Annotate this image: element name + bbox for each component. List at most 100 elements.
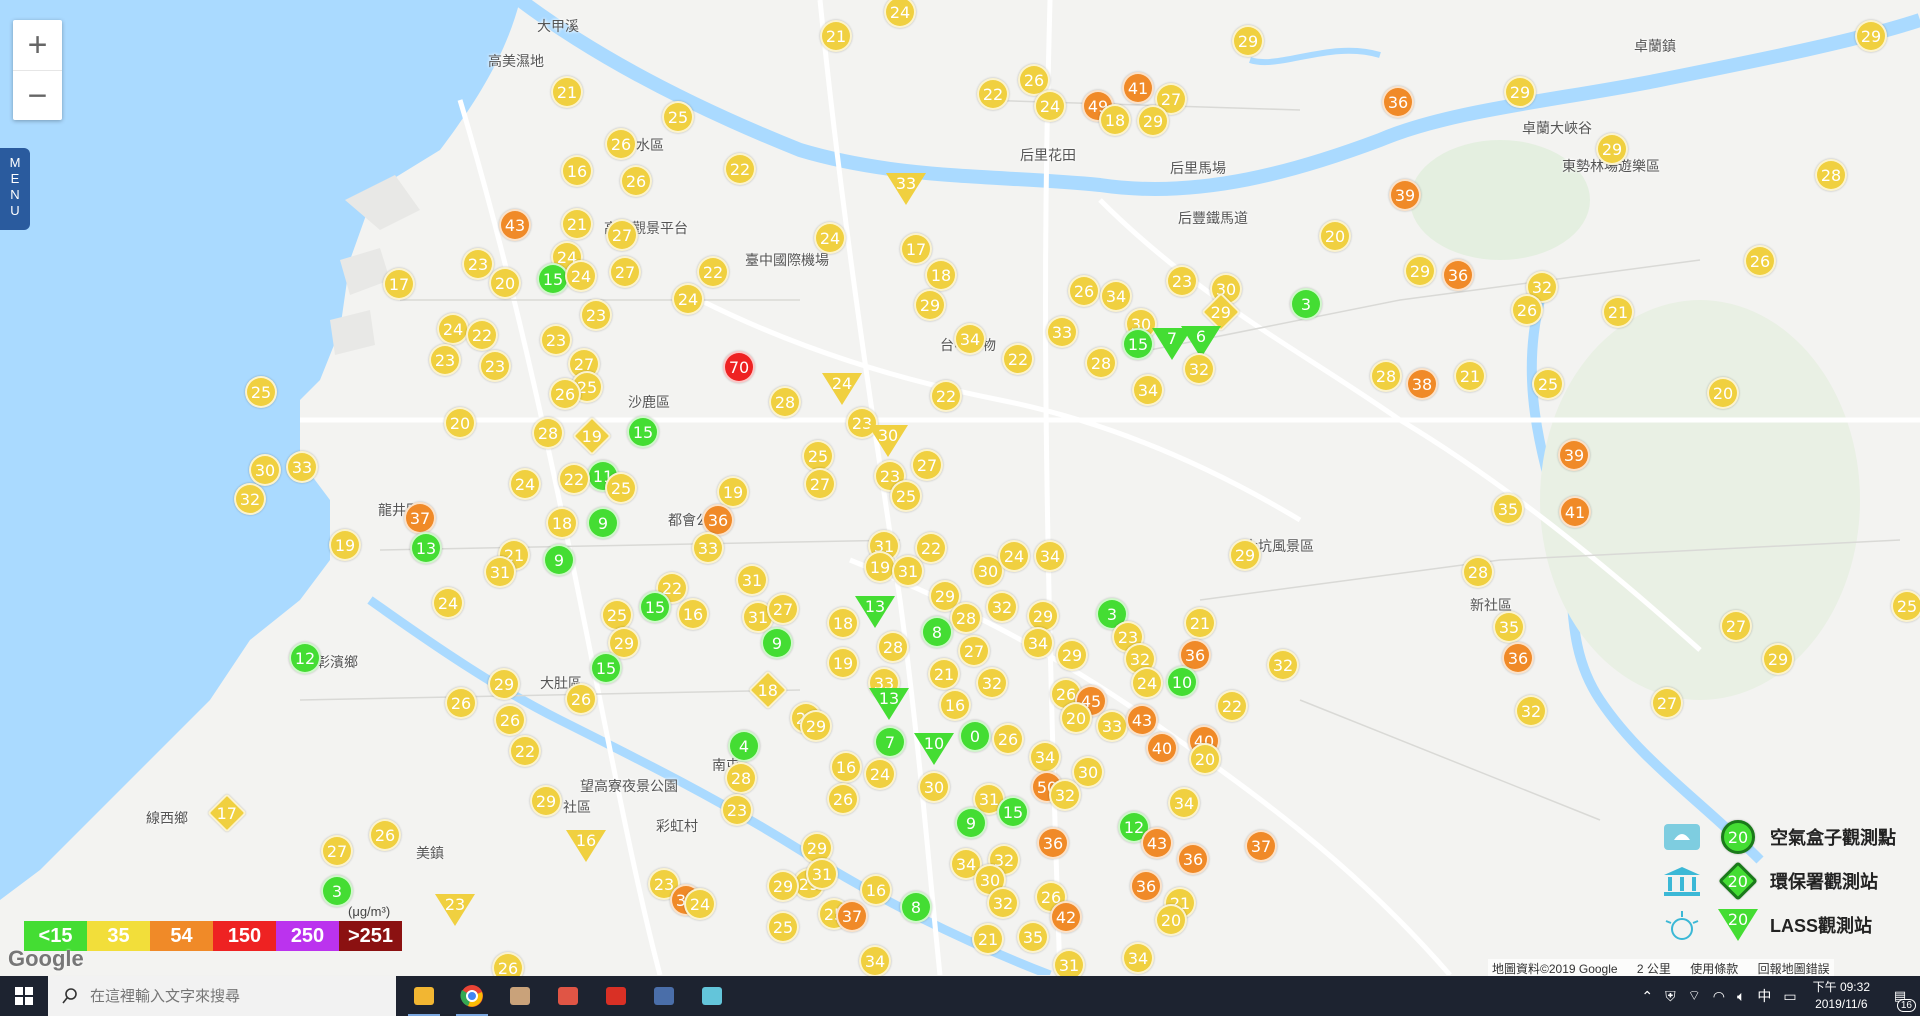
clock[interactable]: 下午 09:32 2019/11/6 [1813, 979, 1870, 1013]
paint-icon[interactable] [544, 976, 592, 1016]
airbox-marker[interactable]: 22 [724, 153, 756, 185]
lass-station-marker[interactable]: 33 [886, 173, 926, 205]
airbox-marker[interactable]: 17 [383, 268, 415, 300]
airbox-marker[interactable]: 18 [925, 259, 957, 291]
airbox-marker[interactable]: 24 [672, 283, 704, 315]
airbox-marker[interactable]: 25 [1532, 368, 1564, 400]
airbox-marker[interactable]: 24 [432, 587, 464, 619]
airbox-marker[interactable]: 15 [997, 796, 1029, 828]
airbox-marker[interactable]: 34 [1132, 374, 1164, 406]
airbox-marker[interactable]: 18 [827, 607, 859, 639]
airbox-marker[interactable]: 26 [369, 819, 401, 851]
airbox-marker[interactable]: 24 [437, 313, 469, 345]
menu-tab[interactable]: MENU [0, 148, 30, 230]
airbox-marker[interactable]: 29 [1855, 20, 1887, 52]
airbox-marker[interactable]: 30 [1072, 756, 1104, 788]
airbox-marker[interactable]: 34 [1034, 540, 1066, 572]
security-icon[interactable]: ⛨ [1665, 988, 1676, 1005]
airbox-marker[interactable]: 32 [1183, 353, 1215, 385]
airbox-marker[interactable]: 24 [864, 758, 896, 790]
airbox-marker[interactable]: 10 [1166, 666, 1198, 698]
airbox-marker[interactable]: 19 [329, 529, 361, 561]
airbox-marker[interactable]: 25 [605, 472, 637, 504]
airbox-marker[interactable]: 23 [429, 344, 461, 376]
airbox-marker[interactable]: 38 [1406, 368, 1438, 400]
airbox-marker[interactable]: 34 [1122, 942, 1154, 974]
airbox-marker[interactable]: 26 [1744, 245, 1776, 277]
airbox-marker[interactable]: 28 [725, 762, 757, 794]
airbox-marker[interactable]: 39 [1389, 179, 1421, 211]
airbox-marker[interactable]: 31 [484, 556, 516, 588]
airbox-marker[interactable]: 15 [537, 263, 569, 295]
network-icon[interactable]: ⌔ [1688, 987, 1701, 1005]
airbox-marker[interactable]: 39 [1558, 439, 1590, 471]
app-cube-icon[interactable] [688, 976, 736, 1016]
airbox-marker[interactable]: 43 [1141, 827, 1173, 859]
airbox-marker[interactable]: 24 [814, 222, 846, 254]
file-explorer-icon[interactable] [400, 976, 448, 1016]
airbox-marker[interactable]: 4 [728, 730, 760, 762]
airbox-marker[interactable]: 24 [509, 468, 541, 500]
airbox-marker[interactable]: 18 [1099, 104, 1131, 136]
airbox-marker[interactable]: 21 [928, 658, 960, 690]
airbox-marker[interactable]: 23 [580, 299, 612, 331]
airbox-marker[interactable]: 23 [479, 350, 511, 382]
airbox-marker[interactable]: 32 [1049, 779, 1081, 811]
airbox-marker[interactable]: 31 [736, 564, 768, 596]
airbox-marker[interactable]: 28 [1815, 159, 1847, 191]
airbox-marker[interactable]: 33 [692, 532, 724, 564]
airbox-marker[interactable]: 33 [286, 451, 318, 483]
airbox-marker[interactable]: 9 [761, 627, 793, 659]
airbox-marker[interactable]: 22 [977, 78, 1009, 110]
airbox-marker[interactable]: 9 [587, 507, 619, 539]
ime-indicator[interactable]: 中 [1757, 986, 1771, 1006]
airbox-marker[interactable]: 21 [1454, 360, 1486, 392]
airbox-marker[interactable]: 28 [1370, 360, 1402, 392]
airbox-marker[interactable]: 21 [972, 923, 1004, 955]
lass-station-marker[interactable]: 13 [869, 688, 909, 720]
airbox-marker[interactable]: 15 [627, 416, 659, 448]
airbox-marker[interactable]: 36 [1502, 642, 1534, 674]
airbox-marker[interactable]: 23 [540, 324, 572, 356]
airbox-marker[interactable]: 21 [1184, 607, 1216, 639]
airbox-marker[interactable]: 28 [1085, 347, 1117, 379]
lass-station-marker[interactable]: 30 [868, 425, 908, 457]
airbox-marker[interactable]: 36 [1037, 827, 1069, 859]
airbox-marker[interactable]: 43 [1126, 704, 1158, 736]
airbox-marker[interactable]: 26 [992, 723, 1024, 755]
airbox-marker[interactable]: 29 [1137, 105, 1169, 137]
notification-button[interactable]: ▤ 16 [1880, 976, 1920, 1016]
terms-link[interactable]: 使用條款 [1690, 962, 1738, 976]
airbox-marker[interactable]: 12 [289, 642, 321, 674]
airbox-marker[interactable]: 22 [930, 380, 962, 412]
airbox-marker[interactable]: 19 [827, 647, 859, 679]
airbox-marker[interactable]: 34 [954, 323, 986, 355]
airbox-marker[interactable]: 20 [1189, 743, 1221, 775]
airbox-marker[interactable]: 22 [509, 735, 541, 767]
airbox-marker[interactable]: 22 [1216, 690, 1248, 722]
airbox-marker[interactable]: 36 [1130, 870, 1162, 902]
airbox-marker[interactable]: 20 [489, 267, 521, 299]
airbox-marker[interactable]: 8 [900, 891, 932, 923]
airbox-marker[interactable]: 29 [1056, 639, 1088, 671]
airbox-marker[interactable]: 3 [1290, 288, 1322, 320]
airbox-marker[interactable]: 24 [1131, 667, 1163, 699]
airbox-marker[interactable]: 20 [444, 407, 476, 439]
airbox-marker[interactable]: 43 [499, 209, 531, 241]
lass-station-marker[interactable]: 16 [566, 830, 606, 862]
airbox-marker[interactable]: 35 [1492, 493, 1524, 525]
airbox-marker[interactable]: 26 [445, 687, 477, 719]
airbox-marker[interactable]: 23 [1166, 265, 1198, 297]
airbox-marker[interactable]: 35 [1017, 921, 1049, 953]
keyboard-icon[interactable]: ▭ [1783, 988, 1796, 1005]
airbox-marker[interactable]: 29 [800, 710, 832, 742]
airbox-marker[interactable]: 19 [717, 476, 749, 508]
airbox-marker[interactable]: 25 [1891, 590, 1920, 622]
airbox-marker[interactable]: 41 [1559, 496, 1591, 528]
airbox-marker[interactable]: 22 [915, 532, 947, 564]
airbox-marker[interactable]: 13 [410, 532, 442, 564]
airbox-marker[interactable]: 24 [684, 888, 716, 920]
airbox-marker[interactable]: 27 [958, 635, 990, 667]
wifi-icon[interactable]: ◠ [1713, 988, 1725, 1005]
airbox-marker[interactable]: 34 [1168, 787, 1200, 819]
